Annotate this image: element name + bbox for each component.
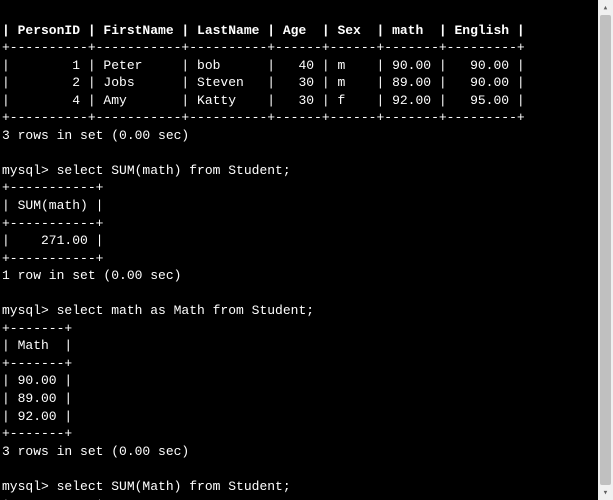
table-row: | 4 | Amy | Katty | 30 | f | 92.00 | 95.… <box>2 93 525 108</box>
result-summary: 1 row in set (0.00 sec) <box>2 268 181 283</box>
terminal-output[interactable]: | PersonID | FirstName | LastName | Age … <box>0 0 598 500</box>
table-row: | 1 | Peter | bob | 40 | m | 90.00 | 90.… <box>2 58 525 73</box>
table-header: | Math | <box>2 338 72 353</box>
scrollbar[interactable]: ▴ ▾ <box>598 0 613 500</box>
scrollbar-thumb[interactable] <box>600 15 611 485</box>
scroll-down-icon[interactable]: ▾ <box>598 485 613 500</box>
sql-query: mysql> select math as Math from Student; <box>2 303 314 318</box>
table-row: | 271.00 | <box>2 233 103 248</box>
table-border: +-----------+ <box>2 216 103 231</box>
result-summary: 3 rows in set (0.00 sec) <box>2 444 189 459</box>
table-border: +----------+-----------+----------+-----… <box>2 40 525 55</box>
scroll-up-icon[interactable]: ▴ <box>598 0 613 15</box>
table-border: +-----------+ <box>2 496 103 500</box>
table-header: | PersonID | FirstName | LastName | Age … <box>2 23 525 38</box>
result-summary: 3 rows in set (0.00 sec) <box>2 128 189 143</box>
table-border: +----------+-----------+----------+-----… <box>2 110 525 125</box>
table-row: | 2 | Jobs | Steven | 30 | m | 89.00 | 9… <box>2 75 525 90</box>
table-border: +-------+ <box>2 356 72 371</box>
table-border: +-----------+ <box>2 251 103 266</box>
table-row: | 92.00 | <box>2 409 72 424</box>
table-header: | SUM(math) | <box>2 198 103 213</box>
table-border: +-------+ <box>2 426 72 441</box>
sql-query: mysql> select SUM(math) from Student; <box>2 163 291 178</box>
table-row: | 89.00 | <box>2 391 72 406</box>
sql-query: mysql> select SUM(Math) from Student; <box>2 479 291 494</box>
table-border: +-------+ <box>2 321 72 336</box>
table-border: +-----------+ <box>2 180 103 195</box>
table-row: | 90.00 | <box>2 373 72 388</box>
